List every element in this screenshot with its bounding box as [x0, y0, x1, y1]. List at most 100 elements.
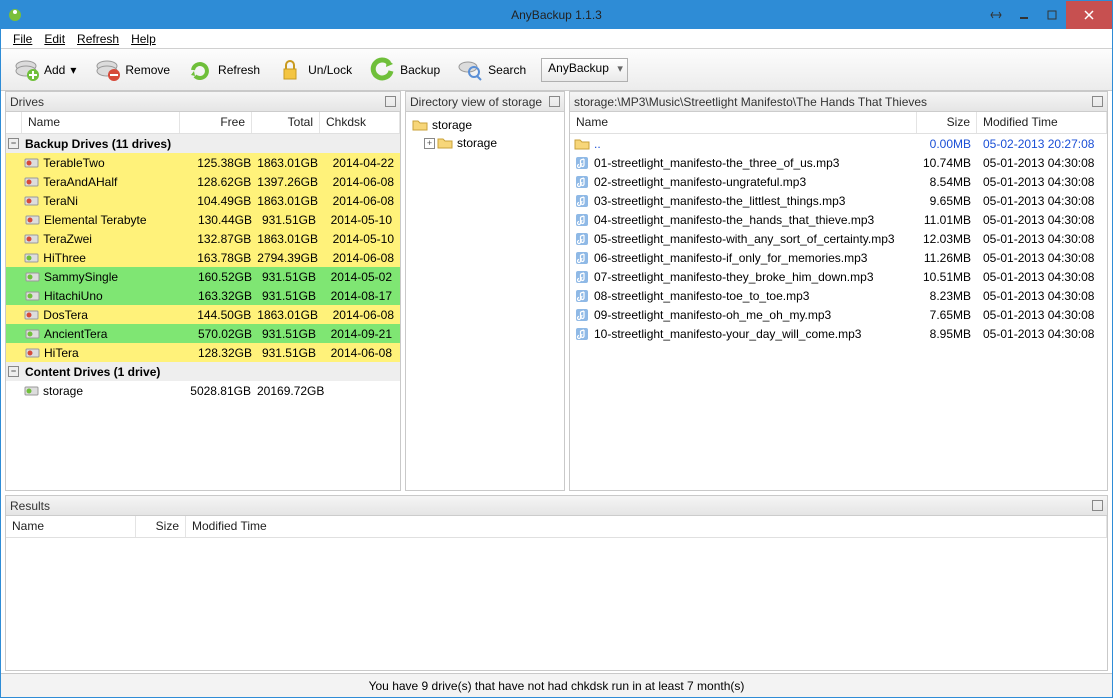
- file-row[interactable]: 10-streetlight_manifesto-your_day_will_c…: [570, 324, 1107, 343]
- file-row[interactable]: 07-streetlight_manifesto-they_broke_him_…: [570, 267, 1107, 286]
- chevron-down-icon[interactable]: ▾: [69, 63, 77, 77]
- maximize-button[interactable]: [1038, 1, 1066, 29]
- drive-icon: [24, 308, 39, 322]
- panel-collapse-icon[interactable]: [1092, 500, 1103, 511]
- col-chkdsk[interactable]: Chkdsk: [320, 112, 400, 133]
- music-icon: [574, 156, 590, 170]
- menu-help[interactable]: Help: [125, 30, 162, 48]
- drive-row[interactable]: TeraAndAHalf 128.62GB 1397.26GB 2014-06-…: [6, 172, 400, 191]
- search-label: Search: [488, 63, 526, 77]
- file-row[interactable]: 09-streetlight_manifesto-oh_me_oh_my.mp3…: [570, 305, 1107, 324]
- col-name[interactable]: Name: [22, 112, 180, 133]
- remove-icon: [93, 56, 121, 84]
- drive-row[interactable]: SammySingle 160.52GB 931.51GB 2014-05-02: [6, 267, 400, 286]
- drive-icon: [24, 327, 40, 341]
- tree-node-root[interactable]: storage: [412, 116, 558, 134]
- panel-collapse-icon[interactable]: [549, 96, 560, 107]
- file-row[interactable]: 04-streetlight_manifesto-the_hands_that_…: [570, 210, 1107, 229]
- folder-open-icon: [412, 118, 428, 132]
- refresh-icon: [186, 56, 214, 84]
- backup-icon: [368, 56, 396, 84]
- files-column-header: Name Size Modified Time: [570, 112, 1107, 134]
- music-icon: [574, 308, 590, 322]
- drive-row[interactable]: storage 5028.81GB 20169.72GB: [6, 381, 400, 400]
- search-icon: [456, 56, 484, 84]
- music-icon: [574, 251, 590, 265]
- drive-icon: [24, 251, 39, 265]
- panel-collapse-icon[interactable]: [1092, 96, 1103, 107]
- titlebar: AnyBackup 1.1.3: [1, 1, 1112, 29]
- group-content-drives[interactable]: −Content Drives (1 drive): [6, 362, 400, 381]
- backup-label: Backup: [400, 63, 440, 77]
- col-free[interactable]: Free: [180, 112, 252, 133]
- drive-icon: [24, 194, 39, 208]
- drive-icon: [24, 289, 40, 303]
- col-file-size[interactable]: Size: [917, 112, 977, 133]
- drive-row[interactable]: Elemental Terabyte 130.44GB 931.51GB 201…: [6, 210, 400, 229]
- col-res-mod[interactable]: Modified Time: [186, 516, 1107, 537]
- folder-up-icon: [574, 137, 590, 151]
- file-row[interactable]: 03-streetlight_manifesto-the_littlest_th…: [570, 191, 1107, 210]
- col-file-name[interactable]: Name: [570, 112, 917, 133]
- drive-row[interactable]: TerableTwo 125.38GB 1863.01GB 2014-04-22: [6, 153, 400, 172]
- music-icon: [574, 289, 590, 303]
- toolbar: Add ▾ Remove Refresh Un/Lock Backup Sear…: [1, 49, 1112, 91]
- backup-button[interactable]: Backup: [361, 51, 447, 89]
- status-text: You have 9 drive(s) that have not had ch…: [369, 679, 745, 693]
- add-label: Add: [44, 63, 65, 77]
- drive-icon: [24, 384, 39, 398]
- music-icon: [574, 194, 590, 208]
- file-row[interactable]: 06-streetlight_manifesto-if_only_for_mem…: [570, 248, 1107, 267]
- tree-node-child[interactable]: + storage: [412, 134, 558, 152]
- app-icon: [7, 7, 23, 23]
- resize-handle-icon[interactable]: [982, 1, 1010, 29]
- col-res-name[interactable]: Name: [6, 516, 136, 537]
- drive-icon: [24, 213, 40, 227]
- window-title: AnyBackup 1.1.3: [511, 8, 602, 22]
- refresh-button[interactable]: Refresh: [179, 51, 267, 89]
- directory-tree[interactable]: storage + storage: [406, 112, 564, 490]
- drive-icon: [24, 175, 39, 189]
- file-row[interactable]: 02-streetlight_manifesto-ungrateful.mp3 …: [570, 172, 1107, 191]
- drive-row[interactable]: TeraZwei 132.87GB 1863.01GB 2014-05-10: [6, 229, 400, 248]
- drive-row[interactable]: HiTera 128.32GB 931.51GB 2014-06-08: [6, 343, 400, 362]
- col-res-size[interactable]: Size: [136, 516, 186, 537]
- drive-row[interactable]: HitachiUno 163.32GB 931.51GB 2014-08-17: [6, 286, 400, 305]
- menu-file[interactable]: File: [7, 30, 38, 48]
- drive-row[interactable]: TeraNi 104.49GB 1863.01GB 2014-06-08: [6, 191, 400, 210]
- unlock-label: Un/Lock: [308, 63, 352, 77]
- close-button[interactable]: [1066, 1, 1112, 29]
- music-icon: [574, 175, 590, 189]
- drive-icon: [24, 232, 39, 246]
- drives-grid[interactable]: −Backup Drives (11 drives) TerableTwo 12…: [6, 134, 400, 490]
- file-row[interactable]: 05-streetlight_manifesto-with_any_sort_o…: [570, 229, 1107, 248]
- remove-button[interactable]: Remove: [86, 51, 177, 89]
- drive-row[interactable]: HiThree 163.78GB 2794.39GB 2014-06-08: [6, 248, 400, 267]
- file-row[interactable]: 01-streetlight_manifesto-the_three_of_us…: [570, 153, 1107, 172]
- add-icon: [12, 56, 40, 84]
- tree-panel: Directory view of storage storage + stor…: [405, 91, 565, 491]
- music-icon: [574, 327, 590, 341]
- drive-row[interactable]: AncientTera 570.02GB 931.51GB 2014-09-21: [6, 324, 400, 343]
- backup-selector[interactable]: AnyBackup: [541, 58, 628, 82]
- music-icon: [574, 232, 590, 246]
- minimize-button[interactable]: [1010, 1, 1038, 29]
- menu-refresh[interactable]: Refresh: [71, 30, 125, 48]
- files-grid[interactable]: .. 0.00MB 05-02-2013 20:27:08 01-streetl…: [570, 134, 1107, 490]
- add-button[interactable]: Add ▾: [5, 51, 84, 89]
- file-row[interactable]: 08-streetlight_manifesto-toe_to_toe.mp3 …: [570, 286, 1107, 305]
- drive-icon: [24, 156, 39, 170]
- expand-icon[interactable]: +: [424, 138, 435, 149]
- unlock-button[interactable]: Un/Lock: [269, 51, 359, 89]
- col-total[interactable]: Total: [252, 112, 320, 133]
- group-backup-drives[interactable]: −Backup Drives (11 drives): [6, 134, 400, 153]
- panel-collapse-icon[interactable]: [385, 96, 396, 107]
- results-grid[interactable]: [6, 538, 1107, 670]
- col-file-mod[interactable]: Modified Time: [977, 112, 1107, 133]
- menu-edit[interactable]: Edit: [38, 30, 71, 48]
- drive-icon: [24, 270, 40, 284]
- file-up-row[interactable]: .. 0.00MB 05-02-2013 20:27:08: [570, 134, 1107, 153]
- drive-row[interactable]: DosTera 144.50GB 1863.01GB 2014-06-08: [6, 305, 400, 324]
- results-panel: Results Name Size Modified Time: [5, 495, 1108, 671]
- search-button[interactable]: Search: [449, 51, 533, 89]
